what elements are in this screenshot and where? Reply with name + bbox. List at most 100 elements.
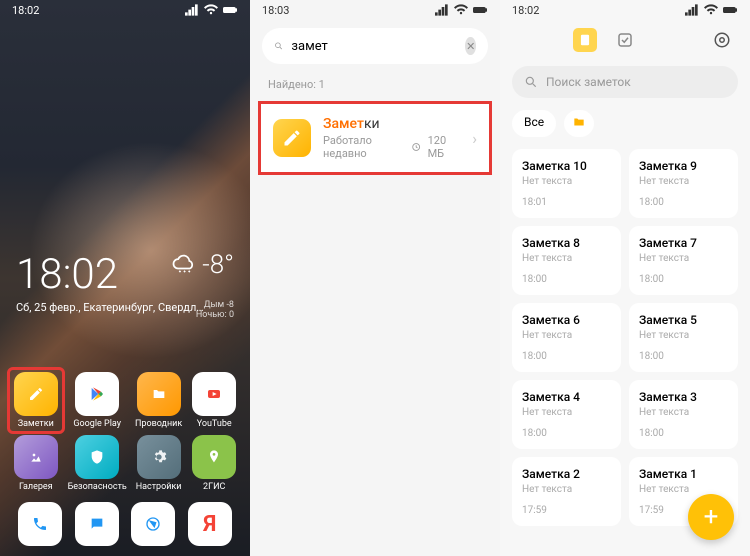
note-time: 18:00 [639,351,728,362]
shield-icon [75,435,119,479]
status-bar: 18:03 [250,0,500,20]
note-card[interactable]: Заметка 8 Нет текста 18:00 [512,226,621,295]
note-title: Заметка 7 [639,236,728,250]
weather-details: Дым -8 Ночью: 0 [196,300,234,320]
status-time: 18:02 [512,4,539,17]
gallery-icon [14,435,58,479]
wifi-icon [703,2,719,18]
note-card[interactable]: Заметка 5Нет текста18:00 [629,303,738,372]
note-time: 18:00 [639,197,728,208]
chevron-right-icon: › [472,129,477,148]
app-youtube[interactable]: YouTube [190,372,238,429]
app-settings[interactable]: Настройки [135,435,183,492]
note-card[interactable]: Заметка 6 Нет текста 18:00 [512,303,621,372]
note-card[interactable]: Заметка 7 Нет текста 18:00 [629,226,738,295]
weather-widget[interactable]: -8° [170,250,234,280]
note-body: Нет текста [639,176,728,187]
tab-notes[interactable] [573,28,597,52]
results-count: Найдено: 1 [250,72,500,97]
note-card[interactable]: Заметка 10Нет текста18:01 [512,149,621,218]
app-label: Безопасность [68,482,127,492]
note-body: Нет текста [522,253,611,264]
app-label: Проводник [135,419,182,429]
battery-icon [222,2,238,18]
add-note-button[interactable]: + [688,494,734,540]
status-time: 18:03 [262,4,289,17]
note-body: Нет текста [639,253,728,264]
search-input[interactable] [291,39,457,54]
app-browser[interactable] [131,502,175,546]
storage-icon [411,141,421,153]
result-subtitle: Работало недавно 120 МБ [323,134,460,160]
note-title: Заметка 3 [639,390,728,404]
app-label: YouTube [197,419,232,429]
status-bar: 18:02 [500,0,750,20]
note-body: Нет текста [522,484,611,495]
settings-button[interactable] [710,28,734,52]
weather-icon [170,251,198,279]
app-label: 2ГИС [203,482,225,492]
note-body: Нет текста [639,407,728,418]
search-placeholder: Поиск заметок [546,75,631,89]
status-bar: 18:02 [0,0,250,20]
note-title: Заметка 8 [522,236,611,250]
search-icon [274,38,283,54]
search-icon [524,75,538,89]
map-icon [192,435,236,479]
filter-all[interactable]: Все [512,110,556,137]
app-label: Заметки [18,419,54,429]
note-time: 18:01 [522,197,611,208]
battery-icon [472,2,488,18]
note-title: Заметка 6 [522,313,611,327]
filter-row: Все [500,104,750,143]
note-time: 18:00 [522,428,611,439]
app-2gis[interactable]: 2ГИС [190,435,238,492]
app-google-play[interactable]: Google Play [68,372,127,429]
search-bar: ✕ [262,28,488,64]
note-body: Нет текста [522,330,611,341]
note-time: 18:00 [639,274,728,285]
search-result[interactable]: Заметки Работало недавно 120 МБ › [258,101,492,175]
filter-folder[interactable] [564,110,594,137]
notes-icon [14,372,58,416]
result-title: Заметки [323,116,460,132]
notes-icon [273,119,311,157]
note-title: Заметка 9 [639,159,728,173]
app-label: Галерея [19,482,53,492]
note-time: 17:59 [522,505,611,516]
note-card[interactable]: Заметка 4 Нет текста 18:00 [512,380,621,449]
note-time: 18:00 [522,274,611,285]
clear-button[interactable]: ✕ [465,37,476,55]
note-card[interactable]: Заметка 2 Нет текста 17:59 [512,457,621,526]
battery-icon [722,2,738,18]
note-time: 18:00 [522,351,611,362]
signal-icon [684,2,700,18]
play-icon [75,372,119,416]
app-phone[interactable] [18,502,62,546]
note-card[interactable]: Заметка 3Нет текста18:00 [629,380,738,449]
tab-tasks[interactable] [613,28,637,52]
wifi-icon [453,2,469,18]
note-title: Заметка 4 [522,390,611,404]
dock: Я [0,496,250,556]
notes-search[interactable]: Поиск заметок [512,66,738,98]
app-file-manager[interactable]: Проводник [135,372,183,429]
app-security[interactable]: Безопасность [68,435,127,492]
note-card[interactable]: Заметка 9 Нет текста 18:00 [629,149,738,218]
weather-temp: -8° [202,250,234,280]
note-body: Нет текста [522,407,611,418]
status-right [434,2,488,18]
signal-icon [184,2,200,18]
folder-icon [137,372,181,416]
app-messages[interactable] [75,502,119,546]
status-right [684,2,738,18]
app-grid: Заметки Google Play Проводник YouTube Га… [0,364,250,496]
signal-icon [434,2,450,18]
note-title: Заметка 2 [522,467,611,481]
app-yandex[interactable]: Я [188,502,232,546]
search-screen: 18:03 ✕ Найдено: 1 Заметки Работало неда… [250,0,500,556]
note-body: Нет текста [639,330,728,341]
app-gallery[interactable]: Галерея [12,435,60,492]
note-title: Заметка 10 [522,159,611,173]
app-notes[interactable]: Заметки [7,367,65,434]
